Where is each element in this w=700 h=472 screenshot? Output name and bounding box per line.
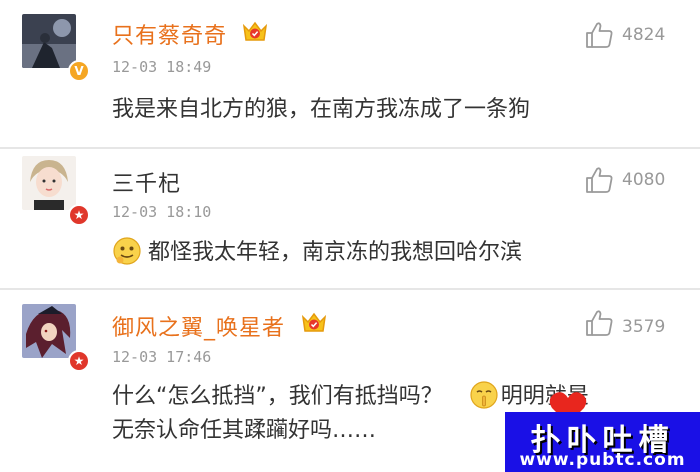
comment-text-line2: 无奈认命任其蹂躏好吗…… (112, 418, 377, 443)
like-count: 4824 (622, 25, 666, 45)
thumbs-up-icon[interactable] (585, 308, 615, 338)
comment-text: 都怪我太年轻，南京冻的我想回哈尔滨 (112, 236, 522, 270)
comment-time: 12-03 18:49 (112, 58, 212, 76)
star-badge-icon: ★ (68, 350, 90, 372)
comment-username[interactable]: 只有蔡奇奇 (112, 18, 227, 50)
thumbs-up-icon[interactable] (585, 20, 615, 50)
like-count: 4080 (622, 170, 666, 190)
comment-time: 12-03 18:10 (112, 203, 212, 221)
thumbs-up-icon[interactable] (585, 165, 615, 195)
comment-time: 12-03 17:46 (112, 348, 212, 366)
vip-crown-icon (301, 312, 327, 332)
verified-badge-icon: V (68, 60, 90, 82)
comment-text-line1: 什么“怎么抵挡”，我们有抵挡吗？ (112, 384, 443, 409)
comment-text: 我是来自北方的狼，在南方我冻成了一条狗 (112, 97, 531, 122)
comment-item-2: ★ 三千杞 12-03 18:10 都怪我太年轻，南京冻的我想回哈尔滨 4080 (0, 149, 700, 289)
avatar[interactable] (22, 304, 76, 358)
comment-username[interactable]: 御风之翼_唤星者 (112, 310, 285, 342)
avatar[interactable] (22, 156, 76, 210)
like-count: 3579 (622, 317, 666, 337)
comment-item-1: V 只有蔡奇奇 12-03 18:49 我是来自北方的狼，在南方我冻成了一条狗 … (0, 0, 700, 150)
watermark-url: www.pubtc.com (519, 450, 686, 470)
star-badge-icon: ★ (68, 204, 90, 226)
smile-emoji-icon (113, 237, 141, 265)
avatar[interactable] (22, 14, 76, 68)
comment-text-content: 都怪我太年轻，南京冻的我想回哈尔滨 (148, 240, 523, 265)
watermark: 扑卟吐槽 www.pubtc.com (505, 412, 700, 472)
shush-emoji-icon (470, 381, 498, 409)
comment-username[interactable]: 三千杞 (112, 166, 181, 198)
vip-crown-icon (242, 21, 268, 41)
